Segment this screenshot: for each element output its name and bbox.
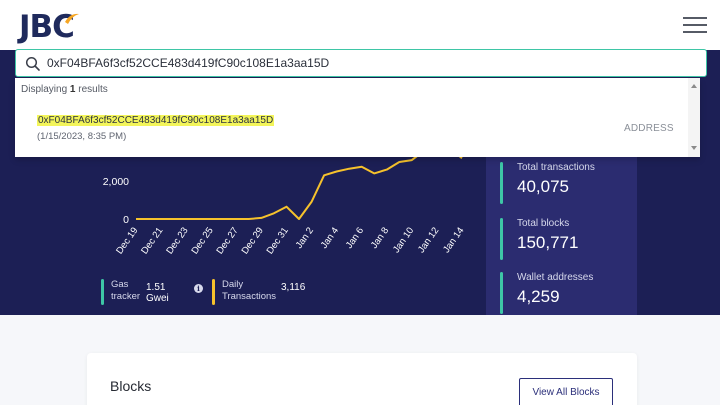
x-tick-label: Dec 19 — [114, 225, 140, 256]
x-tick-label: Jan 12 — [416, 225, 441, 255]
x-tick-label: Dec 21 — [139, 225, 165, 256]
gas-value: 1.51 Gwei — [146, 282, 169, 304]
result-count-number: 1 — [69, 84, 76, 95]
x-tick-label: Dec 31 — [265, 225, 291, 256]
x-tick-label: Jan 2 — [294, 225, 316, 250]
scroll-up-icon[interactable] — [691, 84, 697, 88]
y-tick-label: 2,000 — [103, 176, 129, 188]
x-tick-label: Dec 27 — [214, 225, 240, 256]
blocks-card: Blocks View All Blocks — [87, 353, 637, 405]
result-address: 0xF04BFA6f3cf52CCE483d419fC90c108E1a3aa1… — [37, 115, 275, 126]
search-result-item[interactable]: 0xF04BFA6f3cf52CCE483d419fC90c108E1a3aa1… — [15, 108, 687, 146]
y-tick-label: 0 — [123, 214, 129, 226]
daily-transactions-chart: 02,000Dec 19Dec 21Dec 23Dec 25Dec 27Dec … — [103, 147, 466, 256]
info-icon[interactable]: i — [194, 284, 203, 293]
result-type: ADDRESS — [624, 123, 674, 134]
result-count-suffix: results — [78, 84, 108, 95]
gas-tracker-label: Gas tracker — [111, 279, 141, 302]
result-timestamp: (1/15/2023, 8:35 PM) — [37, 131, 127, 142]
x-tick-label: Dec 29 — [240, 225, 266, 256]
result-count: Displaying 1 results — [21, 84, 108, 95]
x-tick-label: Jan 4 — [319, 225, 341, 250]
dropdown-scrollbar[interactable] — [688, 78, 700, 157]
result-count-prefix: Displaying — [21, 84, 68, 95]
search-results-dropdown: Displaying 1 results 0xF04BFA6f3cf52CCE4… — [15, 78, 700, 157]
x-tick-label: Jan 8 — [369, 225, 391, 250]
daily-transactions-bar — [212, 279, 215, 305]
gas-tracker-bar — [101, 279, 104, 305]
x-tick-label: Jan 6 — [344, 225, 366, 250]
search-icon — [25, 56, 40, 71]
x-tick-label: Jan 14 — [441, 225, 466, 255]
daily-transactions-label: Daily Transactions — [222, 279, 277, 302]
x-tick-label: Jan 10 — [391, 225, 416, 255]
series-line — [136, 147, 463, 220]
search-input[interactable] — [47, 54, 697, 72]
search-bar[interactable] — [15, 49, 707, 77]
blocks-title: Blocks — [110, 378, 152, 394]
x-tick-label: Dec 23 — [164, 225, 190, 256]
scroll-down-icon[interactable] — [691, 146, 697, 150]
x-tick-label: Dec 25 — [189, 225, 215, 256]
view-all-blocks-button[interactable]: View All Blocks — [519, 378, 613, 405]
daily-transactions-value: 3,116 — [281, 282, 306, 293]
